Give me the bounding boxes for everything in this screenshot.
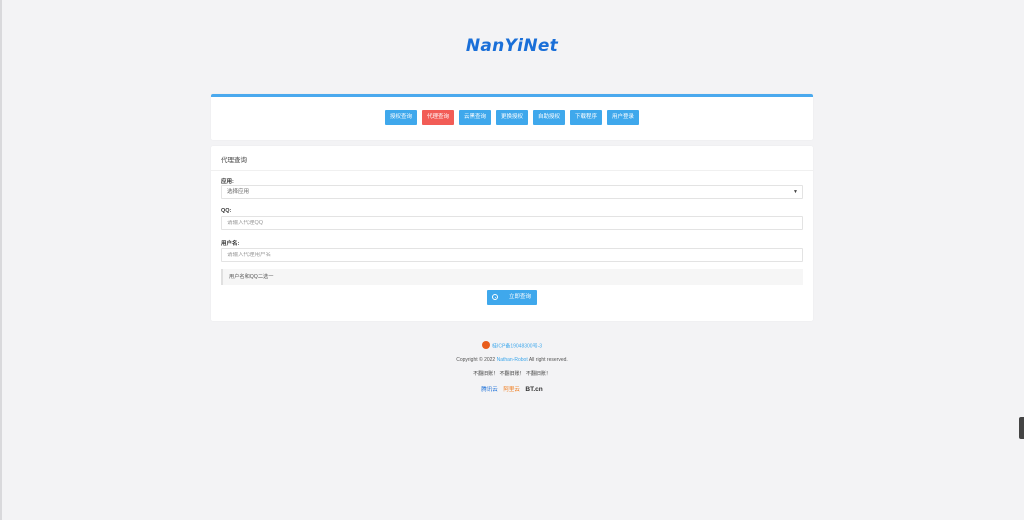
author-link[interactable]: Nathan-Robot: [497, 357, 528, 363]
hint-notice: 用户名和QQ二选一: [221, 269, 803, 285]
nav-button-change-auth[interactable]: 更换授权: [495, 110, 528, 125]
sponsor-logos: 腾讯云 阿里云 BT.cn: [0, 385, 1024, 393]
beian-text: 桂ICP备19048300号-3: [491, 343, 543, 350]
username-input[interactable]: [227, 252, 787, 258]
app-label: 应用:: [221, 179, 234, 185]
side-float-tab[interactable]: [1019, 417, 1024, 439]
icp-beian[interactable]: 桂ICP备19048300号-3: [0, 341, 1024, 350]
submit-label: 立即查询: [509, 294, 532, 300]
window-edge: [0, 0, 2, 520]
qq-field[interactable]: [221, 216, 803, 230]
qq-label: QQ:: [221, 208, 232, 214]
aliyun-logo[interactable]: 阿里云: [503, 387, 520, 393]
site-logo[interactable]: NanYiNet: [0, 36, 1024, 56]
app-select[interactable]: 选择应用 ▼: [221, 185, 803, 199]
nav-button-self-auth[interactable]: 自助授权: [533, 110, 566, 125]
tencent-cloud-logo[interactable]: 腾讯云: [481, 387, 498, 393]
nav-button-blacklist-query[interactable]: 云黑查询: [458, 110, 491, 125]
caret-down-icon: ▼: [793, 189, 798, 195]
copyright: Copyright © 2022 Nathan-Robot All right …: [0, 357, 1024, 363]
nav-button-auth-query[interactable]: 授权查询: [384, 110, 417, 125]
beian-badge-icon: [481, 341, 490, 349]
qq-input[interactable]: [227, 220, 787, 226]
nav-button-agent-query[interactable]: 代理查询: [421, 110, 454, 125]
nav-bar: 授权查询 代理查询 云黑查询 更换授权 自助授权 下载程序 用户登录: [211, 110, 813, 125]
bt-panel-logo[interactable]: BT.cn: [525, 386, 542, 393]
agent-query-panel: 代理查询 应用: 选择应用 ▼ QQ: 用户名: 用户名和QQ二选一 立即查询: [211, 146, 813, 321]
nav-card: 授权查询 代理查询 云黑查询 更换授权 自助授权 下载程序 用户登录: [211, 94, 813, 140]
copyright-prefix: Copyright © 2022: [456, 357, 496, 363]
search-icon: [492, 294, 498, 300]
query-submit-button[interactable]: 立即查询: [487, 290, 537, 305]
username-field[interactable]: [221, 248, 803, 262]
copyright-suffix: All right reserved.: [528, 357, 568, 363]
panel-divider: [211, 170, 813, 171]
nav-button-download[interactable]: 下载程序: [570, 110, 603, 125]
footer-slogan: 不翻旧账！ 不翻旧账！ 不翻旧账！: [473, 371, 551, 377]
app-select-value: 选择应用: [227, 189, 250, 195]
username-label: 用户名:: [221, 241, 240, 247]
panel-title: 代理查询: [221, 157, 247, 164]
nav-button-login[interactable]: 用户登录: [607, 110, 640, 125]
